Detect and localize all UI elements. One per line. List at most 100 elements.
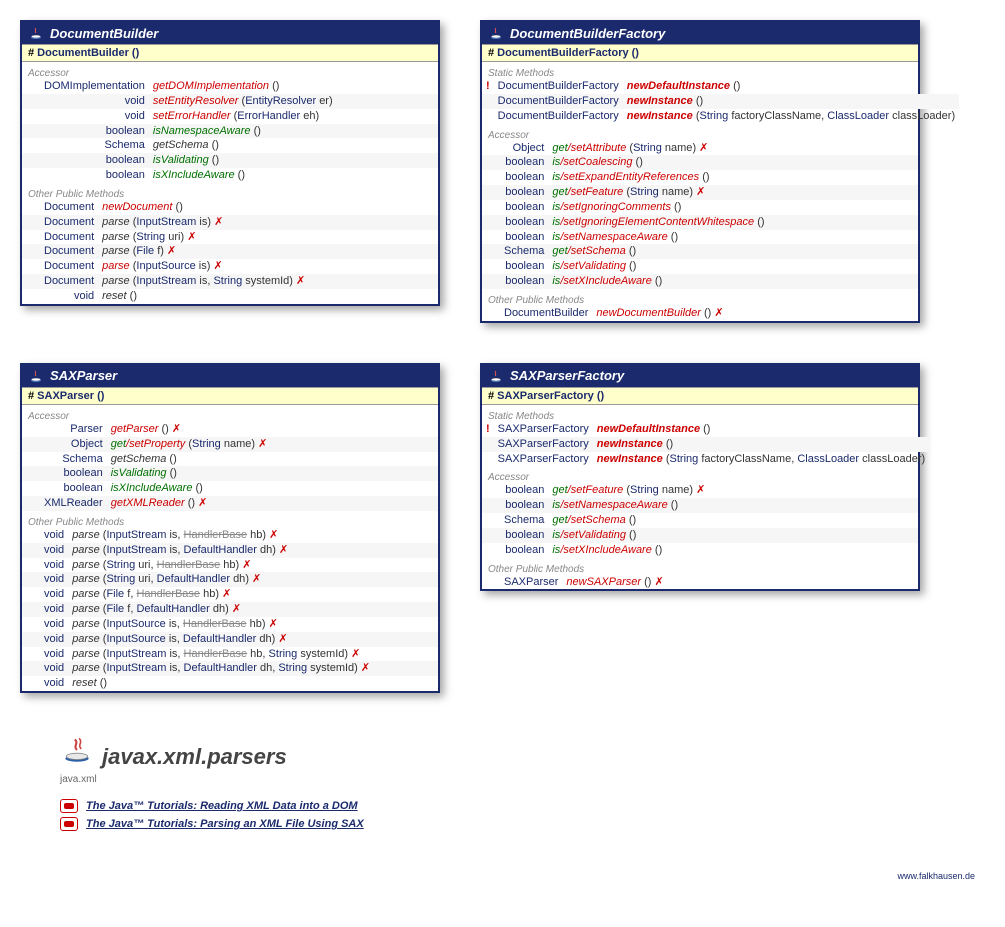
return-type: void xyxy=(40,676,68,691)
member-signature: isValidating () xyxy=(149,153,438,168)
return-type: SAXParserFactory xyxy=(494,422,593,437)
class-card-SAXParserFactory: SAXParserFactory# SAXParserFactory ()Sta… xyxy=(480,363,920,592)
member-row: booleanis/setExpandEntityReferences () xyxy=(482,170,918,185)
credit-link[interactable]: www.falkhausen.de xyxy=(20,871,975,881)
member-row: booleanis/setValidating () xyxy=(482,259,918,274)
member-signature: is/setExpandEntityReferences () xyxy=(548,170,918,185)
member-signature: setEntityResolver (EntityResolver er) xyxy=(149,94,438,109)
return-type: boolean xyxy=(40,481,107,496)
tutorial-text: The Java™ Tutorials: Parsing an XML File… xyxy=(86,818,364,830)
member-table: DocumentnewDocument ()Documentparse (Inp… xyxy=(22,200,438,304)
member-row: booleanisXIncludeAware () xyxy=(22,168,438,183)
return-type: SAXParserFactory xyxy=(494,452,593,467)
member-row: SAXParserFactorynewInstance (String fact… xyxy=(482,452,929,467)
tutorial-link[interactable]: The Java™ Tutorials: Parsing an XML File… xyxy=(60,817,985,831)
java-cup-icon xyxy=(60,733,94,770)
member-row: SAXParsernewSAXParser () ✗ xyxy=(482,575,918,590)
return-type: boolean xyxy=(500,259,548,274)
return-type: Schema xyxy=(500,244,548,259)
member-row: Documentparse (InputStream is) ✗ xyxy=(22,215,438,230)
class-card-DocumentBuilderFactory: DocumentBuilderFactory# DocumentBuilderF… xyxy=(480,20,920,323)
member-row: voidparse (File f, HandlerBase hb) ✗ xyxy=(22,587,438,602)
member-row: booleanget/setFeature (String name) ✗ xyxy=(482,185,918,200)
member-signature: getSchema () xyxy=(107,452,438,467)
member-signature: parse (InputStream is, HandlerBase hb, S… xyxy=(68,647,438,662)
class-card-DocumentBuilder: DocumentBuilder# DocumentBuilder ()Acces… xyxy=(20,20,440,306)
member-signature: get/setFeature (String name) ✗ xyxy=(548,483,918,498)
member-signature: reset () xyxy=(98,289,438,304)
member-row: voidsetErrorHandler (ErrorHandler eh) xyxy=(22,109,438,124)
member-table: !DocumentBuilderFactorynewDefaultInstanc… xyxy=(482,79,959,124)
return-type: boolean xyxy=(500,215,548,230)
member-row: booleanisValidating () xyxy=(22,153,438,168)
member-row: booleanget/setFeature (String name) ✗ xyxy=(482,483,918,498)
member-signature: newInstance (String factoryClassName, Cl… xyxy=(593,452,929,467)
member-signature: reset () xyxy=(68,676,438,691)
return-type: void xyxy=(40,543,68,558)
card-header: DocumentBuilderFactory xyxy=(482,22,918,44)
member-row: Documentparse (InputStream is, String sy… xyxy=(22,274,438,289)
tutorial-link[interactable]: The Java™ Tutorials: Reading XML Data in… xyxy=(60,799,985,813)
member-row: !DocumentBuilderFactorynewDefaultInstanc… xyxy=(482,79,959,94)
member-row: booleanis/setCoalescing () xyxy=(482,155,918,170)
class-title: SAXParserFactory xyxy=(510,368,624,383)
package-name: javax.xml.parsers xyxy=(102,744,287,770)
member-row: DocumentnewDocument () xyxy=(22,200,438,215)
member-signature: newDocument () xyxy=(98,200,438,215)
member-signature: is/setIgnoringComments () xyxy=(548,200,918,215)
section-label: Other Public Methods xyxy=(482,558,918,575)
return-type: void xyxy=(40,109,149,124)
constructor-row: # SAXParser () xyxy=(22,387,438,405)
return-type: DocumentBuilderFactory xyxy=(494,79,623,94)
class-cards-grid: DocumentBuilder# DocumentBuilder ()Acces… xyxy=(20,20,985,693)
constructor-row: # DocumentBuilder () xyxy=(22,44,438,62)
member-signature: isXIncludeAware () xyxy=(107,481,438,496)
member-table: booleanget/setFeature (String name) ✗boo… xyxy=(482,483,918,557)
return-type: boolean xyxy=(500,170,548,185)
member-signature: isNamespaceAware () xyxy=(149,124,438,139)
member-row: booleanis/setIgnoringComments () xyxy=(482,200,918,215)
member-row: booleanis/setIgnoringElementContentWhite… xyxy=(482,215,918,230)
member-signature: parse (InputSource is, HandlerBase hb) ✗ xyxy=(68,617,438,632)
return-type: boolean xyxy=(40,153,149,168)
oracle-badge-icon xyxy=(60,817,78,831)
member-signature: is/setValidating () xyxy=(548,259,918,274)
return-type: boolean xyxy=(500,230,548,245)
class-card-SAXParser: SAXParser# SAXParser ()AccessorParserget… xyxy=(20,363,440,693)
section-label: Static Methods xyxy=(482,62,918,79)
member-row: DocumentBuilderFactorynewInstance () xyxy=(482,94,959,109)
member-signature: is/setIgnoringElementContentWhitespace (… xyxy=(548,215,918,230)
member-row: voidparse (InputStream is, DefaultHandle… xyxy=(22,661,438,676)
return-type: void xyxy=(40,528,68,543)
member-signature: parse (InputSource is, DefaultHandler dh… xyxy=(68,632,438,647)
member-signature: get/setProperty (String name) ✗ xyxy=(107,437,438,452)
member-signature: isXIncludeAware () xyxy=(149,168,438,183)
member-row: booleanisNamespaceAware () xyxy=(22,124,438,139)
return-type: Schema xyxy=(40,138,149,153)
member-row: voidsetEntityResolver (EntityResolver er… xyxy=(22,94,438,109)
member-signature: parse (InputStream is, String systemId) … xyxy=(98,274,438,289)
member-row: Schemaget/setSchema () xyxy=(482,244,918,259)
member-signature: newDefaultInstance () xyxy=(593,422,929,437)
member-row: XMLReadergetXMLReader () ✗ xyxy=(22,496,438,511)
return-type: Schema xyxy=(500,513,548,528)
member-table: ParsergetParser () ✗Objectget/setPropert… xyxy=(22,422,438,511)
constructor-row: # SAXParserFactory () xyxy=(482,387,918,405)
member-signature: getXMLReader () ✗ xyxy=(107,496,438,511)
member-row: booleanis/setNamespaceAware () xyxy=(482,498,918,513)
member-row: ParsergetParser () ✗ xyxy=(22,422,438,437)
member-signature: getParser () ✗ xyxy=(107,422,438,437)
section-label: Other Public Methods xyxy=(22,183,438,200)
member-signature: isValidating () xyxy=(107,466,438,481)
return-type: boolean xyxy=(500,185,548,200)
member-row: Documentparse (File f) ✗ xyxy=(22,244,438,259)
member-row: DocumentBuilderFactorynewInstance (Strin… xyxy=(482,109,959,124)
member-signature: getSchema () xyxy=(149,138,438,153)
constructor-row: # DocumentBuilderFactory () xyxy=(482,44,918,62)
member-table: Objectget/setAttribute (String name) ✗bo… xyxy=(482,141,918,289)
tutorial-text: The Java™ Tutorials: Reading XML Data in… xyxy=(86,800,358,812)
member-row: voidparse (InputStream is, HandlerBase h… xyxy=(22,528,438,543)
return-type: void xyxy=(40,602,68,617)
member-signature: parse (File f, HandlerBase hb) ✗ xyxy=(68,587,438,602)
member-table: DOMImplementationgetDOMImplementation ()… xyxy=(22,79,438,183)
